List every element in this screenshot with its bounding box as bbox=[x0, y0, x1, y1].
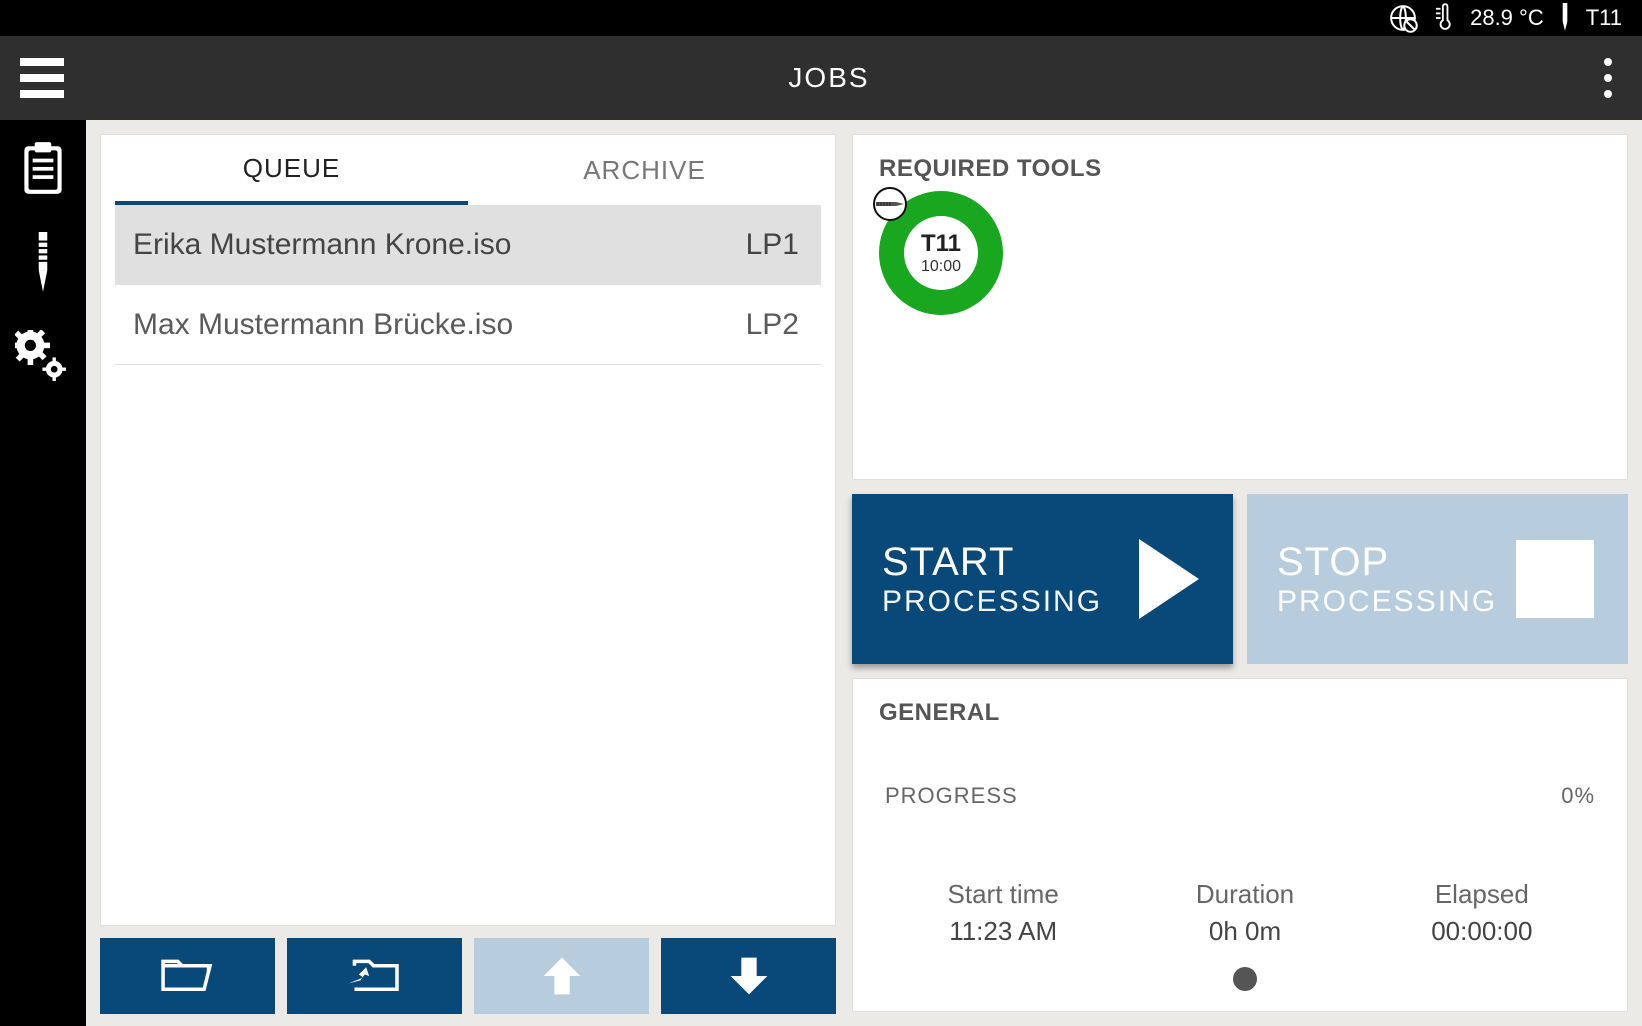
progress-label: PROGRESS bbox=[885, 783, 1018, 809]
progress-value: 0% bbox=[1561, 783, 1595, 809]
required-tools-card: REQUIRED TOOLS T11 10:00 bbox=[852, 134, 1628, 480]
pager-dot bbox=[1233, 967, 1257, 991]
sidebar-item-jobs[interactable] bbox=[17, 140, 69, 198]
tool-name: T11 bbox=[921, 230, 961, 258]
gears-icon bbox=[15, 330, 71, 386]
job-list: Erika Mustermann Krone.iso LP1 Max Musterm… bbox=[115, 205, 821, 925]
start-processing-button[interactable]: START PROCESSING bbox=[852, 494, 1233, 664]
globe-icon bbox=[1388, 3, 1418, 33]
folder-open-icon bbox=[158, 954, 218, 998]
start-time-value: 11:23 AM bbox=[948, 916, 1059, 947]
sidebar bbox=[0, 120, 86, 1026]
move-down-button[interactable] bbox=[661, 938, 836, 1014]
tool-indicator[interactable]: T11 10:00 bbox=[879, 191, 1003, 315]
status-tool: T11 bbox=[1586, 5, 1622, 31]
sidebar-item-settings[interactable] bbox=[15, 330, 71, 386]
duration-value: 0h 0m bbox=[1196, 916, 1294, 947]
elapsed-label: Elapsed bbox=[1431, 879, 1532, 910]
general-title: GENERAL bbox=[879, 699, 1601, 727]
drill-bit-icon bbox=[34, 232, 52, 296]
body: QUEUE ARCHIVE Erika Mustermann Krone.iso… bbox=[0, 120, 1642, 1026]
job-slot: LP2 bbox=[746, 308, 799, 342]
stop-subtitle: PROCESSING bbox=[1277, 585, 1497, 619]
job-name: Max Mustermann Brücke.iso bbox=[133, 308, 513, 342]
duration-label: Duration bbox=[1196, 879, 1294, 910]
right-panel: REQUIRED TOOLS T11 10:00 bbox=[852, 134, 1628, 1026]
queue-card: QUEUE ARCHIVE Erika Mustermann Krone.iso… bbox=[100, 134, 836, 926]
stop-processing-button: STOP PROCESSING bbox=[1247, 494, 1628, 664]
arrow-up-icon bbox=[539, 953, 585, 999]
start-time-label: Start time bbox=[948, 879, 1059, 910]
tool-bit-icon bbox=[1558, 3, 1572, 33]
sidebar-item-tools[interactable] bbox=[34, 232, 52, 296]
status-temperature: 28.9 °C bbox=[1470, 5, 1544, 31]
thermometer-icon bbox=[1432, 3, 1456, 33]
job-slot: LP1 bbox=[746, 228, 799, 262]
job-row[interactable]: Max Mustermann Brücke.iso LP2 bbox=[115, 285, 821, 365]
tabs: QUEUE ARCHIVE bbox=[115, 135, 821, 205]
job-name: Erika Mustermann Krone.iso bbox=[133, 228, 512, 262]
start-subtitle: PROCESSING bbox=[882, 585, 1102, 619]
send-to-folder-button[interactable] bbox=[287, 938, 462, 1014]
menu-icon[interactable] bbox=[20, 58, 64, 98]
left-panel: QUEUE ARCHIVE Erika Mustermann Krone.iso… bbox=[100, 134, 836, 1026]
folder-share-icon bbox=[345, 954, 405, 998]
more-icon[interactable] bbox=[1594, 48, 1622, 108]
tab-queue[interactable]: QUEUE bbox=[115, 135, 468, 205]
status-bar: 28.9 °C T11 bbox=[0, 0, 1642, 36]
general-card: GENERAL PROGRESS 0% Start time 11:23 AM … bbox=[852, 678, 1628, 1012]
job-row[interactable]: Erika Mustermann Krone.iso LP1 bbox=[115, 205, 821, 285]
play-icon bbox=[1139, 539, 1199, 619]
tab-archive[interactable]: ARCHIVE bbox=[468, 135, 821, 205]
stop-icon bbox=[1516, 540, 1594, 618]
arrow-down-icon bbox=[726, 953, 772, 999]
tool-time: 10:00 bbox=[921, 258, 961, 276]
move-up-button bbox=[474, 938, 649, 1014]
elapsed-value: 00:00:00 bbox=[1431, 916, 1532, 947]
page-title: JOBS bbox=[64, 62, 1594, 94]
header: JOBS bbox=[0, 36, 1642, 120]
job-toolbar bbox=[100, 938, 836, 1026]
drill-badge-icon bbox=[873, 187, 907, 221]
action-row: START PROCESSING STOP PROCESSING bbox=[852, 494, 1628, 664]
main: QUEUE ARCHIVE Erika Mustermann Krone.iso… bbox=[86, 120, 1642, 1026]
required-tools-title: REQUIRED TOOLS bbox=[879, 155, 1601, 183]
start-title: START bbox=[882, 540, 1102, 585]
clipboard-icon bbox=[17, 140, 69, 198]
open-folder-button[interactable] bbox=[100, 938, 275, 1014]
stop-title: STOP bbox=[1277, 540, 1497, 585]
